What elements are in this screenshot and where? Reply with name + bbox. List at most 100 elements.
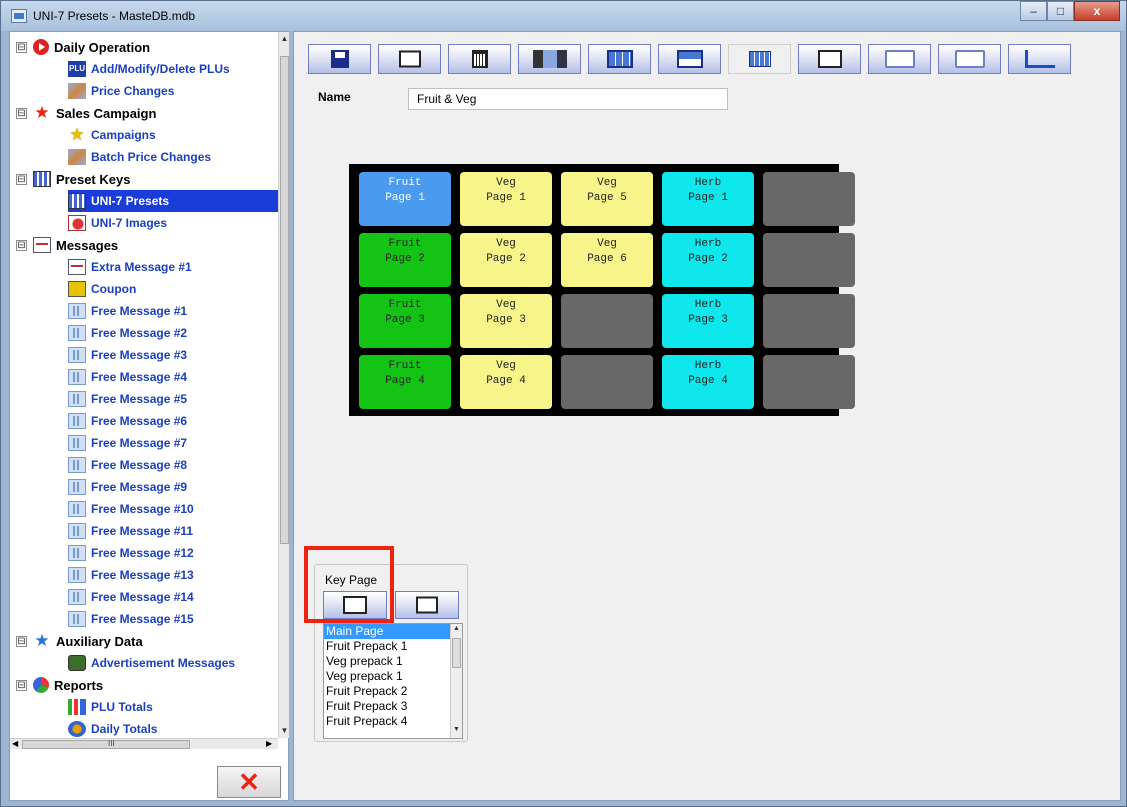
- preset-key[interactable]: Herb Page 4: [662, 355, 754, 409]
- tree-item[interactable]: ⊟ ★ Sales Campaign: [16, 102, 156, 124]
- layout2-button[interactable]: [658, 44, 721, 74]
- tree-item[interactable]: Free Message #1: [68, 300, 187, 322]
- preset-key[interactable]: Herb Page 2: [662, 233, 754, 287]
- collapse-icon[interactable]: ⊟: [16, 635, 27, 647]
- minimize-button[interactable]: –: [1020, 1, 1047, 21]
- tree-item[interactable]: ⊟ ★ Auxiliary Data: [16, 630, 143, 652]
- edit-page-button[interactable]: [798, 44, 861, 74]
- tree-item[interactable]: Free Message #11: [68, 520, 193, 542]
- tree-item[interactable]: Free Message #2: [68, 322, 187, 344]
- empty-key[interactable]: [763, 355, 855, 409]
- key-page-list-item[interactable]: Main Page: [324, 624, 462, 639]
- tree-item[interactable]: UNI-7 Presets: [68, 190, 278, 212]
- tree-item[interactable]: Free Message #7: [68, 432, 187, 454]
- tree-item[interactable]: Free Message #15: [68, 608, 194, 630]
- scroll-down-icon[interactable]: ▼: [453, 726, 460, 733]
- preset-key[interactable]: Herb Page 3: [662, 294, 754, 348]
- tree-item[interactable]: Free Message #8: [68, 454, 187, 476]
- preset-key[interactable]: Fruit Page 3: [359, 294, 451, 348]
- key-page-list-item[interactable]: Fruit Prepack 2: [324, 684, 462, 699]
- scroll-left-icon[interactable]: ◀: [12, 739, 18, 748]
- tree-vertical-scroll-thumb[interactable]: [280, 56, 289, 544]
- tree-item-label: Sales Campaign: [56, 105, 157, 121]
- preset-key[interactable]: Herb Page 1: [662, 172, 754, 226]
- tree-item[interactable]: Free Message #5: [68, 388, 187, 410]
- tree-item[interactable]: ★ Campaigns: [68, 124, 155, 146]
- tree-item[interactable]: PLU Totals: [68, 696, 153, 718]
- maximize-button[interactable]: □: [1047, 1, 1074, 21]
- grid-button[interactable]: [728, 44, 791, 74]
- tree-item[interactable]: Free Message #13: [68, 564, 194, 586]
- keypad-icon: [33, 171, 51, 187]
- preset-key[interactable]: Veg Page 5: [561, 172, 653, 226]
- tree-item[interactable]: Coupon: [68, 278, 136, 300]
- page-list-scrollbar[interactable]: ▲ ▼: [450, 624, 462, 738]
- scroll-up-icon[interactable]: ▲: [279, 34, 290, 45]
- scroll-right-icon[interactable]: ▶: [266, 739, 272, 748]
- preset-key[interactable]: Veg Page 4: [460, 355, 552, 409]
- tree-item[interactable]: Free Message #3: [68, 344, 187, 366]
- new-button[interactable]: [378, 44, 441, 74]
- scroll-up-icon[interactable]: ▲: [453, 625, 460, 632]
- empty-key[interactable]: [561, 355, 653, 409]
- tree-item[interactable]: Free Message #12: [68, 542, 194, 564]
- import-button[interactable]: [938, 44, 1001, 74]
- delete-x-button[interactable]: ✕: [217, 766, 281, 798]
- delete-button[interactable]: [448, 44, 511, 74]
- tree-item[interactable]: Free Message #14: [68, 586, 194, 608]
- tree-item[interactable]: Free Message #9: [68, 476, 187, 498]
- tree-item[interactable]: UNI-7 Images: [68, 212, 167, 234]
- empty-key[interactable]: [763, 172, 855, 226]
- back-button[interactable]: [1008, 44, 1071, 74]
- layout-button[interactable]: [588, 44, 651, 74]
- tree-horizontal-scrollbar[interactable]: ◀ III ▶: [10, 738, 278, 749]
- tree-item[interactable]: Advertisement Messages: [68, 652, 235, 674]
- save-button[interactable]: [308, 44, 371, 74]
- tree-item[interactable]: Free Message #10: [68, 498, 194, 520]
- tree-item[interactable]: PLU Add/Modify/Delete PLUs: [68, 58, 230, 80]
- collapse-icon[interactable]: ⊟: [16, 173, 27, 185]
- collapse-icon[interactable]: ⊟: [16, 41, 27, 53]
- key-page-list-item[interactable]: Fruit Prepack 1: [324, 639, 462, 654]
- empty-key[interactable]: [763, 294, 855, 348]
- tree-vertical-scrollbar[interactable]: ▲ ▼: [278, 32, 289, 738]
- collapse-icon[interactable]: ⊟: [16, 679, 27, 691]
- tree-item-label: Free Message #6: [91, 414, 188, 428]
- image-button[interactable]: [518, 44, 581, 74]
- tree-item[interactable]: Free Message #6: [68, 410, 187, 432]
- collapse-icon[interactable]: ⊟: [16, 107, 27, 119]
- empty-key[interactable]: [763, 233, 855, 287]
- preset-key[interactable]: Fruit Page 4: [359, 355, 451, 409]
- preset-key[interactable]: Veg Page 3: [460, 294, 552, 348]
- collapse-icon[interactable]: ⊟: [16, 239, 27, 251]
- tree-item[interactable]: Free Message #4: [68, 366, 187, 388]
- key-page-list-item[interactable]: Fruit Prepack 4: [324, 714, 462, 729]
- key-page-list-item[interactable]: Fruit Prepack 3: [324, 699, 462, 714]
- scroll-down-icon[interactable]: ▼: [279, 726, 290, 737]
- key-page-list-item[interactable]: Veg prepack 1: [324, 669, 462, 684]
- tree-item[interactable]: ⊟ Preset Keys: [16, 168, 130, 190]
- tree-item[interactable]: ⊟ Messages: [16, 234, 118, 256]
- close-button[interactable]: x: [1074, 1, 1120, 21]
- empty-key[interactable]: [561, 294, 653, 348]
- key-page-list[interactable]: Main Page Fruit Prepack 1 Veg prepack 1 Veg…: [323, 623, 463, 739]
- preset-key[interactable]: Veg Page 2: [460, 233, 552, 287]
- tree-item[interactable]: Daily Totals: [68, 718, 157, 738]
- tree-item[interactable]: Batch Price Changes: [68, 146, 211, 168]
- preset-key[interactable]: Veg Page 6: [561, 233, 653, 287]
- export-button[interactable]: [868, 44, 931, 74]
- key-label-line1: Fruit: [388, 299, 422, 311]
- new-key-page-button[interactable]: [395, 591, 459, 619]
- preset-key[interactable]: Veg Page 1: [460, 172, 552, 226]
- key-label-line2: Page 4: [385, 375, 425, 387]
- preset-key[interactable]: Fruit Page 1: [359, 172, 451, 226]
- tree-item[interactable]: ⊟ Daily Operation: [16, 36, 150, 58]
- key-page-list-item[interactable]: Veg prepack 1: [324, 654, 462, 669]
- tree-item[interactable]: Extra Message #1: [68, 256, 192, 278]
- name-input[interactable]: Fruit & Veg: [408, 88, 728, 110]
- preset-key[interactable]: Fruit Page 2: [359, 233, 451, 287]
- tree-horizontal-scroll-thumb[interactable]: III: [22, 739, 190, 749]
- tree-item[interactable]: Price Changes: [68, 80, 174, 102]
- tree-item[interactable]: ⊟ Reports: [16, 674, 103, 696]
- page-list-scroll-thumb[interactable]: [452, 638, 461, 668]
